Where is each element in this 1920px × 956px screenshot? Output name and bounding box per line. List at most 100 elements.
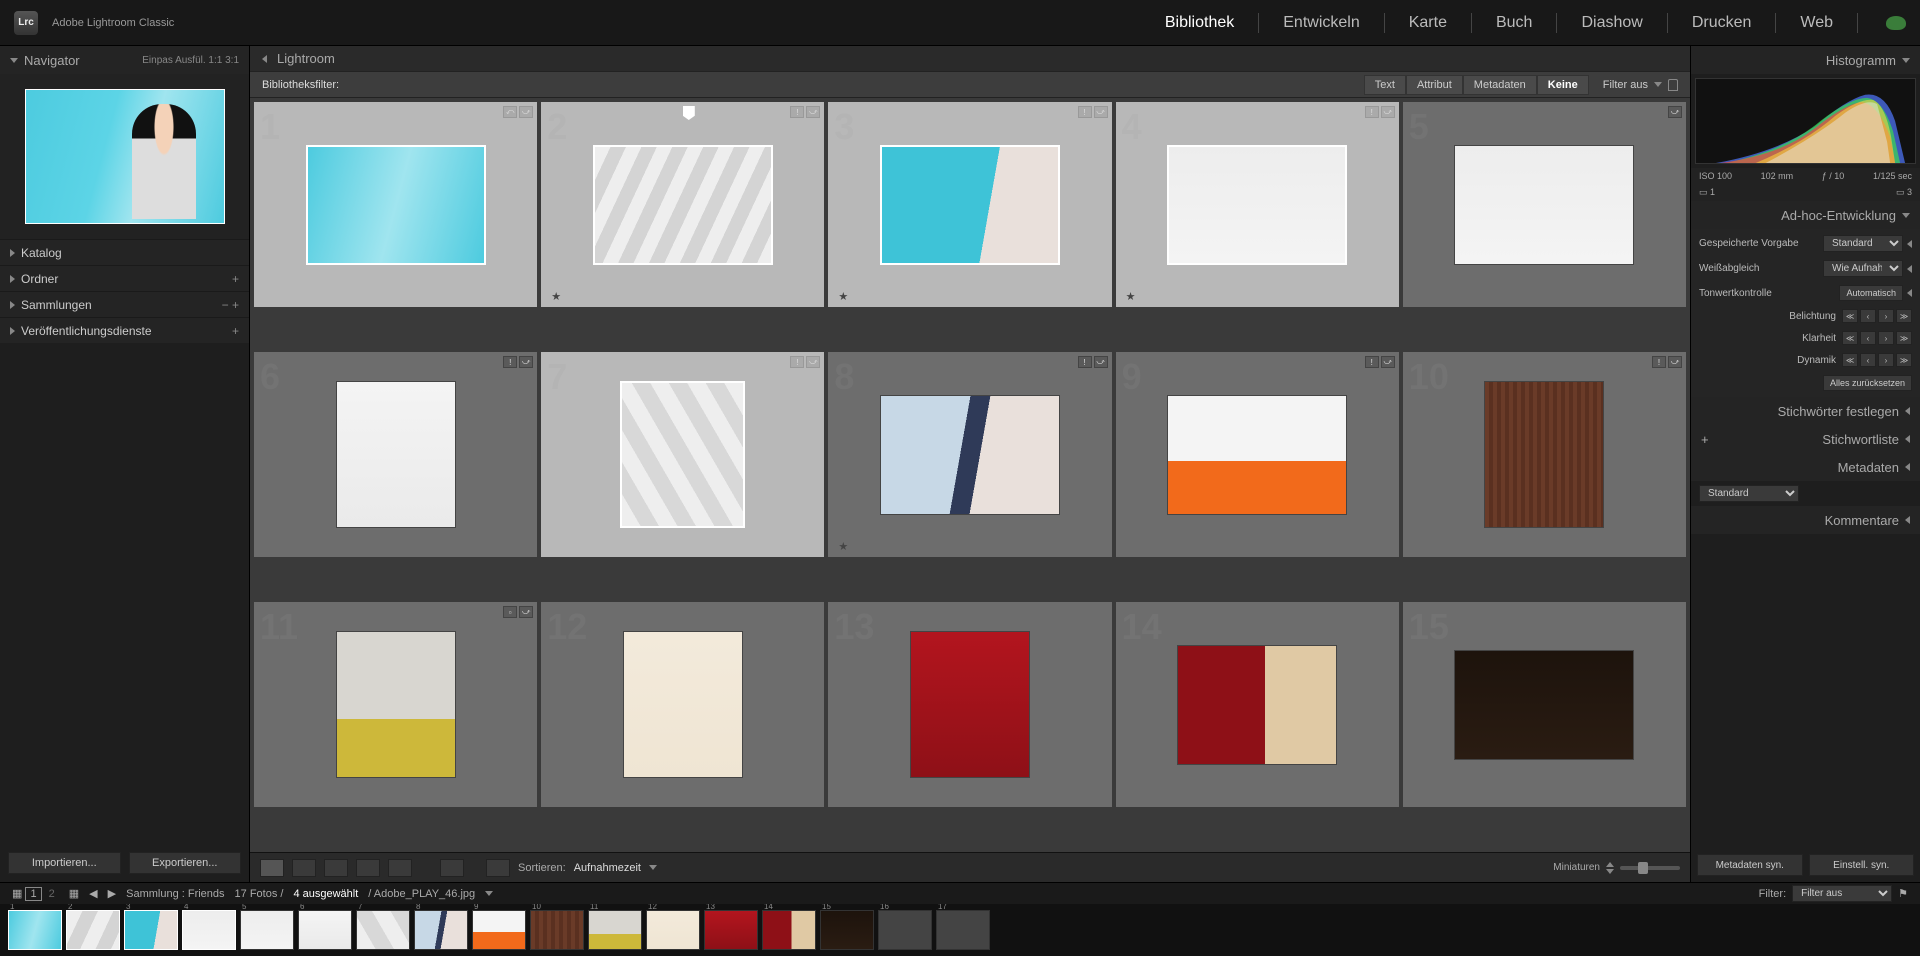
module-bibliothek[interactable]: Bibliothek (1159, 10, 1240, 36)
histogram-header[interactable]: Histogramm (1691, 46, 1920, 74)
cell-badge[interactable]: ⤻ (519, 606, 533, 618)
dropdown-icon[interactable] (485, 891, 493, 896)
grid-cell-3[interactable]: 3!⤻★ (828, 102, 1111, 307)
people-view-button[interactable] (388, 859, 412, 877)
prev-photo-button[interactable]: ◀ (89, 887, 97, 900)
import-button[interactable]: Importieren... (8, 852, 121, 874)
cell-badge[interactable]: ⤺ (503, 106, 517, 118)
module-buch[interactable]: Buch (1490, 10, 1538, 36)
filmstrip-thumb-13[interactable]: 13 (704, 910, 758, 950)
rating-star-icon[interactable]: ★ (838, 540, 848, 553)
cell-badge[interactable]: ! (1652, 356, 1666, 368)
grid-indicator-icon[interactable]: ▦ (69, 887, 79, 900)
grid-cell-5[interactable]: 5⤻ (1403, 102, 1686, 307)
collapse-icon[interactable] (1907, 289, 1912, 297)
cell-badge[interactable]: ⤻ (519, 356, 533, 368)
cell-badge[interactable]: ⤻ (519, 106, 533, 118)
cloud-sync-icon[interactable] (1886, 16, 1906, 30)
export-button[interactable]: Exportieren... (129, 852, 242, 874)
step-big-up[interactable]: ≫ (1896, 309, 1912, 323)
step-up[interactable]: › (1878, 331, 1894, 345)
rating-star-icon[interactable]: ★ (551, 290, 561, 303)
cell-badge[interactable]: ⤻ (806, 106, 820, 118)
filter-icon[interactable]: ⚑ (1898, 887, 1908, 900)
grid-cell-2[interactable]: 2!⤻★ (541, 102, 824, 307)
cell-badge[interactable]: ! (1078, 106, 1092, 118)
step-big-down[interactable]: ≪ (1842, 331, 1858, 345)
filmstrip-thumb-3[interactable]: 3 (124, 910, 178, 950)
thumbnail-grid[interactable]: 1⤺⤻2!⤻★3!⤻★4!⤻★5⤻6!⤻7!⤻8!⤻★9!⤻10!⤻11▫⤻12… (250, 98, 1690, 852)
module-web[interactable]: Web (1794, 10, 1839, 36)
rating-star-icon[interactable]: ★ (838, 290, 848, 303)
cell-badge[interactable]: ⤻ (1668, 356, 1682, 368)
grid-cell-4[interactable]: 4!⤻★ (1116, 102, 1399, 307)
filter-status-select[interactable]: Filter aus (1792, 885, 1892, 902)
grid-cell-13[interactable]: 13 (828, 602, 1111, 807)
filter-tab-keine[interactable]: Keine (1537, 75, 1589, 95)
survey-view-button[interactable] (356, 859, 380, 877)
rpanel-stichwortliste[interactable]: +Stichwortliste (1691, 425, 1920, 453)
cell-badge[interactable]: ⤻ (1094, 106, 1108, 118)
compare-view-button[interactable] (324, 859, 348, 877)
panel-add-icon[interactable]: + (232, 324, 239, 338)
step-up[interactable]: › (1878, 309, 1894, 323)
histogram[interactable] (1695, 78, 1916, 164)
rpanel-kommentare[interactable]: Kommentare (1691, 506, 1920, 534)
filter-tab-metadaten[interactable]: Metadaten (1463, 75, 1537, 95)
step-big-down[interactable]: ≪ (1842, 353, 1858, 367)
dropdown-icon[interactable] (649, 865, 657, 870)
filmstrip-thumb-17[interactable]: 17 (936, 910, 990, 950)
filmstrip-thumb-4[interactable]: 4 (182, 910, 236, 950)
filmstrip-thumb-9[interactable]: 9 (472, 910, 526, 950)
navigator-zoom-options[interactable]: Einpas Ausfül. 1:1 3:1 (142, 55, 239, 66)
thumbnail-size-slider[interactable] (1620, 866, 1680, 870)
auto-tone-button[interactable]: Automatisch (1839, 285, 1903, 301)
module-diashow[interactable]: Diashow (1575, 10, 1648, 36)
metadata-preset-select[interactable]: Standard (1699, 485, 1799, 502)
cell-badge[interactable]: ! (790, 106, 804, 118)
grid-cell-8[interactable]: 8!⤻★ (828, 352, 1111, 557)
step-up[interactable]: › (1878, 353, 1894, 367)
view-mode-toggle[interactable]: ▦ 1 2 (12, 887, 59, 900)
collapse-icon[interactable] (1907, 265, 1912, 273)
grid-cell-9[interactable]: 9!⤻ (1116, 352, 1399, 557)
grid-cell-15[interactable]: 15 (1403, 602, 1686, 807)
sort-direction-button[interactable] (486, 859, 510, 877)
loupe-view-button[interactable] (292, 859, 316, 877)
painter-tool[interactable] (440, 859, 464, 877)
cell-badge[interactable]: ⤻ (1381, 356, 1395, 368)
panel-katalog[interactable]: Katalog (0, 239, 249, 265)
arrow-down-icon[interactable] (1606, 869, 1614, 874)
panel-veröffentlichungsdienste[interactable]: Veröffentlichungsdienste+ (0, 317, 249, 343)
panel-add-icon[interactable]: − + (222, 298, 239, 312)
next-photo-button[interactable]: ▶ (108, 887, 116, 900)
step-down[interactable]: ‹ (1860, 331, 1876, 345)
grid-cell-12[interactable]: 12 (541, 602, 824, 807)
step-down[interactable]: ‹ (1860, 309, 1876, 323)
filmstrip-thumb-11[interactable]: 11 (588, 910, 642, 950)
filmstrip-thumb-2[interactable]: 2 (66, 910, 120, 950)
dropdown-icon[interactable] (1654, 82, 1662, 87)
filmstrip-thumb-8[interactable]: 8 (414, 910, 468, 950)
rpanel-stichwörter-festlegen[interactable]: Stichwörter festlegen (1691, 397, 1920, 425)
grid-view-button[interactable] (260, 859, 284, 877)
reset-all-button[interactable]: Alles zurücksetzen (1823, 375, 1912, 391)
filmstrip[interactable]: 1234567891011121314151617 (0, 904, 1920, 956)
cell-badge[interactable]: ! (1078, 356, 1092, 368)
filter-tab-attribut[interactable]: Attribut (1406, 75, 1463, 95)
sync-metadata-button[interactable]: Metadaten syn. (1697, 854, 1803, 876)
add-keyword-icon[interactable]: + (1701, 432, 1709, 447)
cell-badge[interactable]: ! (503, 356, 517, 368)
rpanel-metadaten[interactable]: Metadaten (1691, 453, 1920, 481)
navigator-preview[interactable] (0, 74, 249, 239)
filmstrip-thumb-16[interactable]: 16 (878, 910, 932, 950)
cell-badge[interactable]: ▫ (503, 606, 517, 618)
grid-cell-10[interactable]: 10!⤻ (1403, 352, 1686, 557)
grid-cell-7[interactable]: 7!⤻ (541, 352, 824, 557)
collapse-icon[interactable] (1907, 240, 1912, 248)
cell-badge[interactable]: ⤻ (1094, 356, 1108, 368)
step-big-up[interactable]: ≫ (1896, 331, 1912, 345)
rating-star-icon[interactable]: ★ (1126, 290, 1136, 303)
filmstrip-thumb-14[interactable]: 14 (762, 910, 816, 950)
back-icon[interactable] (262, 55, 267, 63)
